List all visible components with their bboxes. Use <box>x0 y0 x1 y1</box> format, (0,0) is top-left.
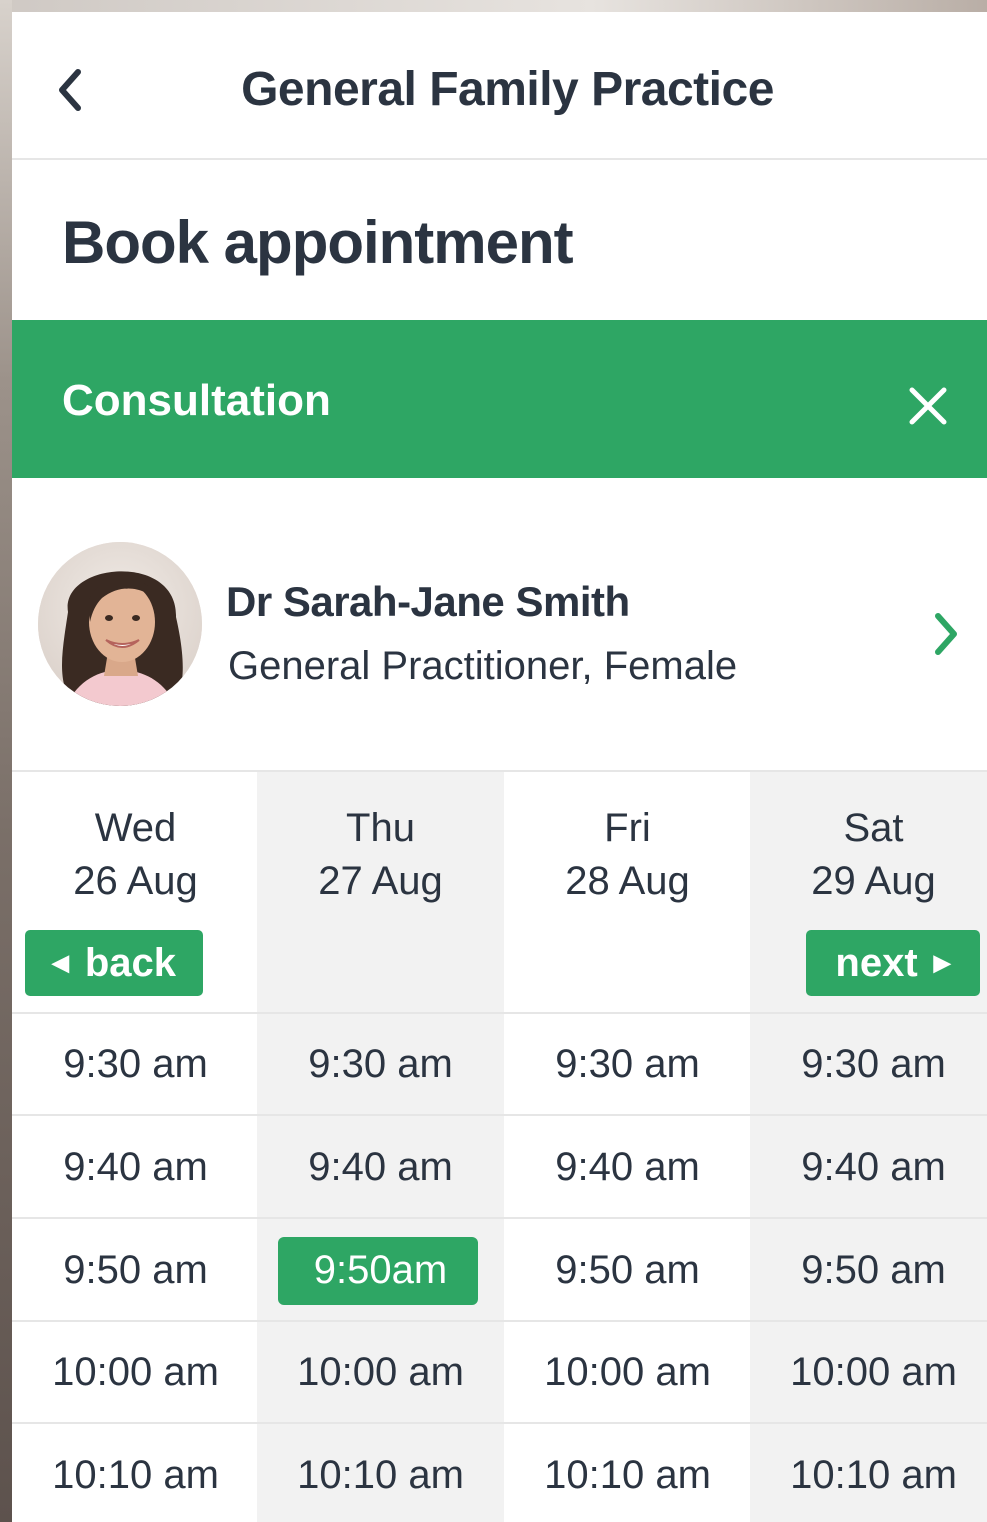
day-date: 27 Aug <box>318 859 443 903</box>
day-header: Sat 29 Aug <box>750 802 987 908</box>
doctor-card[interactable]: Dr Sarah-Jane Smith General Practitioner… <box>12 478 987 772</box>
doctor-name: Dr Sarah-Jane Smith <box>226 578 630 625</box>
background-left <box>0 0 12 1522</box>
time-slot[interactable]: 10:10 am <box>504 1453 751 1498</box>
time-slot[interactable]: 10:10 am <box>257 1453 504 1498</box>
day-weekday: Sat <box>843 806 904 850</box>
time-slot[interactable]: 9:40 am <box>750 1145 987 1190</box>
chevron-right-icon[interactable] <box>930 608 962 660</box>
row-divider <box>12 1320 987 1322</box>
time-slot[interactable]: 9:40 am <box>504 1145 751 1190</box>
next-button-label: next <box>835 940 918 985</box>
time-slot[interactable]: 9:50 am <box>750 1248 987 1293</box>
close-icon[interactable] <box>902 380 954 432</box>
time-slot[interactable]: 10:00 am <box>504 1350 751 1395</box>
time-slot[interactable]: 9:30 am <box>750 1042 987 1087</box>
day-weekday: Wed <box>94 806 177 850</box>
day-header: Thu 27 Aug <box>257 802 504 908</box>
appointment-type-bar: Consultation <box>12 320 987 478</box>
time-slot[interactable]: 10:10 am <box>750 1453 987 1498</box>
day-header: Fri 28 Aug <box>504 802 751 908</box>
day-date: 29 Aug <box>811 859 936 903</box>
time-slot[interactable]: 9:50 am <box>504 1248 751 1293</box>
row-divider <box>12 1217 987 1219</box>
background-top <box>0 0 987 12</box>
time-slot[interactable]: 10:10 am <box>12 1453 259 1498</box>
page-title: Book appointment <box>62 209 574 276</box>
time-slot-selected[interactable]: 9:50am <box>257 1248 504 1293</box>
back-button[interactable]: ◀ back <box>25 930 203 996</box>
time-slot[interactable]: 10:00 am <box>750 1350 987 1395</box>
day-weekday: Thu <box>346 806 415 850</box>
day-date: 28 Aug <box>565 859 690 903</box>
time-slot[interactable]: 9:40 am <box>12 1145 259 1190</box>
row-divider <box>12 1012 987 1014</box>
day-date: 26 Aug <box>73 859 198 903</box>
top-bar: General Family Practice <box>12 12 987 160</box>
day-header: Wed 26 Aug <box>12 802 259 908</box>
day-weekday: Fri <box>604 806 651 850</box>
time-slot[interactable]: 9:30 am <box>257 1042 504 1087</box>
time-slot[interactable]: 9:40 am <box>257 1145 504 1190</box>
doctor-role: General Practitioner, Female <box>228 644 738 688</box>
app-title: General Family Practice <box>241 63 774 116</box>
appointment-type-label: Consultation <box>62 376 331 425</box>
time-slot[interactable]: 10:00 am <box>257 1350 504 1395</box>
next-button[interactable]: next ▶ <box>806 930 980 996</box>
caret-right-icon: ▶ <box>933 950 951 975</box>
time-slot[interactable]: 9:30 am <box>12 1042 259 1087</box>
time-slot[interactable]: 9:30 am <box>504 1042 751 1087</box>
back-button-label: back <box>84 940 177 985</box>
time-slot[interactable]: 9:50 am <box>12 1248 259 1293</box>
row-divider <box>12 1114 987 1116</box>
time-slot[interactable]: 10:00 am <box>12 1350 259 1395</box>
app-screen: General Family Practice Book appointment… <box>12 12 987 1522</box>
avatar <box>38 542 202 706</box>
row-divider <box>12 1422 987 1424</box>
caret-left-icon: ◀ <box>51 950 69 975</box>
